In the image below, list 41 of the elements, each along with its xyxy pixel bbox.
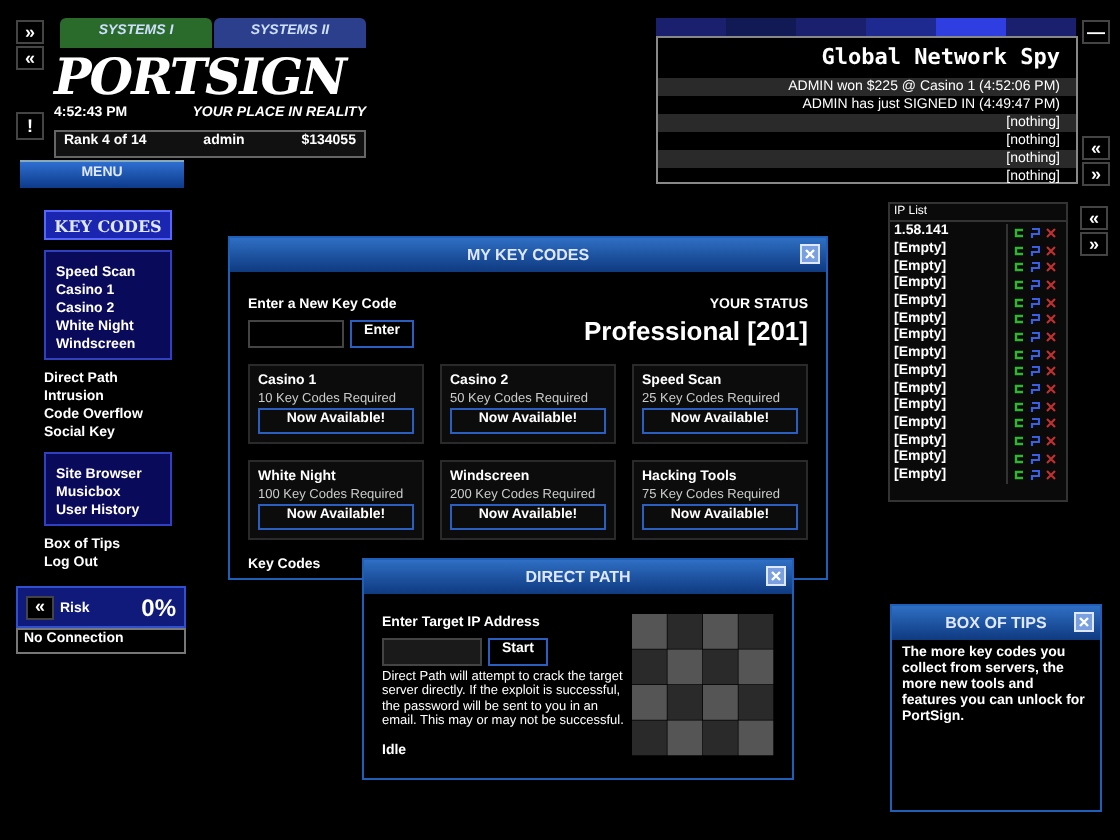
window-title: MY KEY CODES — [466, 243, 590, 267]
delete-icon[interactable] — [1046, 262, 1056, 273]
delete-icon[interactable] — [1046, 331, 1056, 342]
delete-icon[interactable] — [1046, 314, 1056, 325]
arrow-button[interactable]: » — [16, 20, 44, 44]
delete-icon[interactable] — [1046, 401, 1056, 412]
close-button[interactable] — [1074, 612, 1094, 632]
delete-icon[interactable] — [1046, 418, 1056, 429]
checker-grid-drawing — [632, 614, 774, 756]
arrow-button[interactable]: « — [1082, 136, 1110, 160]
risk-value: 0% — [141, 591, 176, 625]
delete-icon[interactable] — [1046, 245, 1056, 256]
status-text: Professional [201] — [584, 317, 808, 345]
arrow-button[interactable]: « — [16, 46, 44, 70]
close-button[interactable] — [766, 566, 786, 586]
delete-icon[interactable] — [1046, 366, 1056, 377]
panel-title: Global Network Spy — [819, 42, 1062, 74]
close-icon — [804, 248, 816, 260]
delete-icon[interactable] — [1046, 227, 1056, 238]
key-codes-button[interactable]: KEY CODES — [44, 210, 172, 240]
arrow-button[interactable]: « — [1080, 206, 1108, 230]
close-icon — [1078, 616, 1090, 628]
logo: PORTSIGN — [54, 52, 350, 104]
arrow-button[interactable]: « — [26, 595, 54, 619]
arrow-button[interactable]: ! — [16, 112, 44, 140]
ip-address-input[interactable] — [382, 637, 482, 665]
arrow-button[interactable]: » — [1082, 162, 1110, 186]
delete-icon[interactable] — [1046, 436, 1056, 447]
arrow-button[interactable]: — — [1082, 20, 1110, 44]
arrow-button[interactable]: » — [1080, 232, 1108, 256]
window-title: BOX OF TIPS — [945, 611, 1047, 635]
window-title: DIRECT PATH — [525, 565, 631, 589]
key-code-input[interactable] — [248, 319, 344, 347]
delete-icon[interactable] — [1046, 349, 1056, 360]
close-icon — [770, 570, 782, 582]
delete-icon[interactable] — [1046, 384, 1056, 395]
delete-icon[interactable] — [1046, 279, 1056, 290]
delete-icon[interactable] — [1046, 453, 1056, 464]
delete-icon[interactable] — [1046, 297, 1056, 308]
close-button[interactable] — [800, 244, 820, 264]
delete-icon[interactable] — [1046, 470, 1056, 481]
